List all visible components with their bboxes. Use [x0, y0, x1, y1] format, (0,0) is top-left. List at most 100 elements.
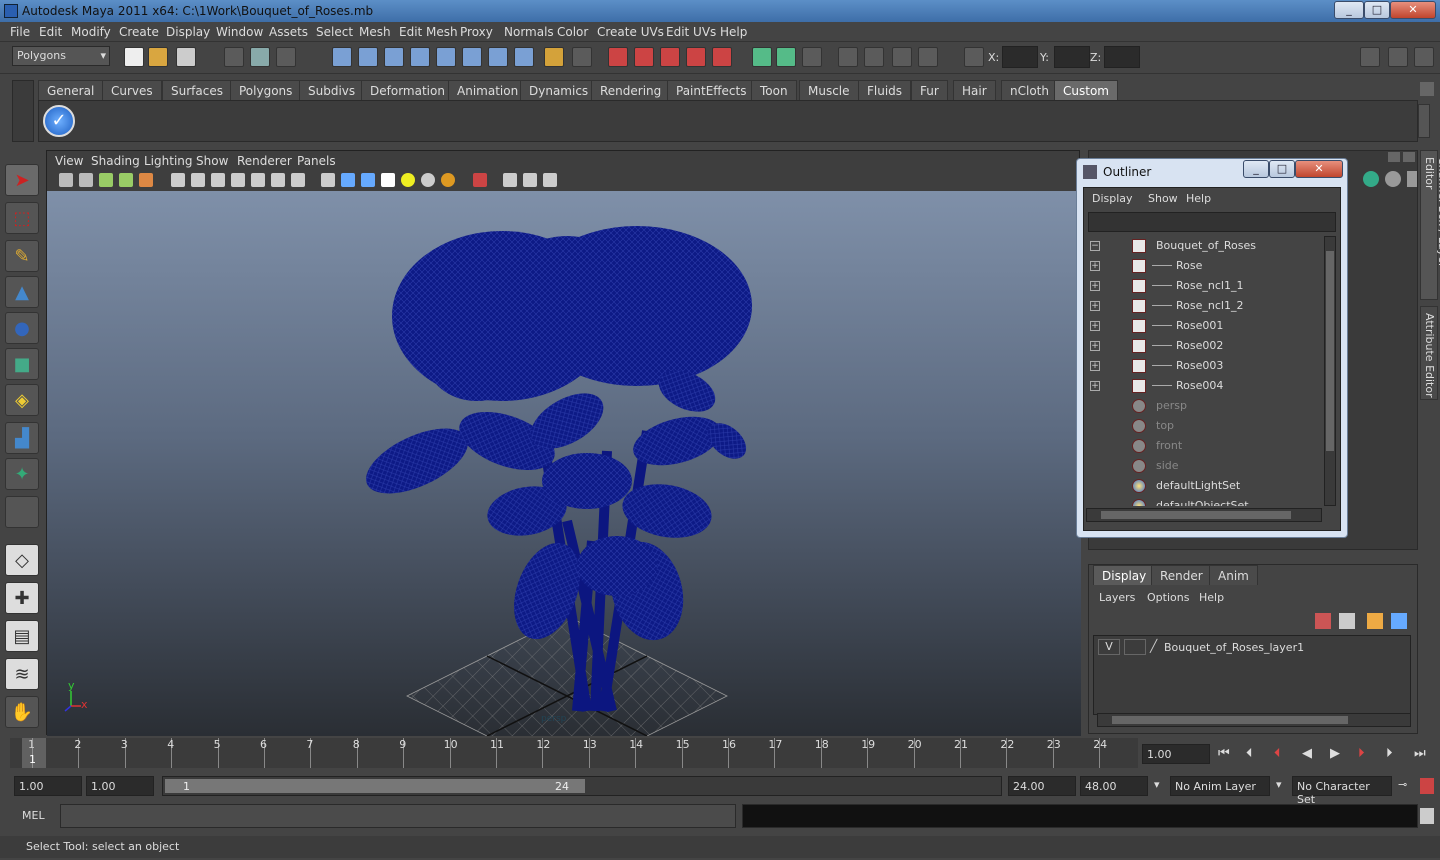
- shelf-tab-animation[interactable]: Animation: [448, 80, 528, 100]
- cube-textured-icon[interactable]: [361, 173, 375, 187]
- layout-persp-outliner-icon[interactable]: ▤: [5, 620, 39, 652]
- image-plane-icon[interactable]: [119, 173, 133, 187]
- outliner-minimize-button[interactable]: _: [1243, 160, 1269, 178]
- move-tool-icon[interactable]: ▲: [5, 276, 39, 308]
- camera-select-icon[interactable]: [59, 173, 73, 187]
- channel-icon-3[interactable]: [1407, 171, 1417, 187]
- menu-set-dropdown[interactable]: Polygons ▾: [12, 46, 110, 66]
- channel-box-side-tab[interactable]: Channel Box / Layer Editor: [1420, 150, 1440, 300]
- viewport-panel[interactable]: View Shading Lighting Show Renderer Pane…: [46, 150, 1081, 736]
- key-icon[interactable]: ⊸: [1398, 778, 1407, 791]
- select-object-icon[interactable]: [250, 47, 270, 67]
- shelf-handle[interactable]: [12, 80, 34, 142]
- all-lights-icon[interactable]: [421, 173, 435, 187]
- outliner-item[interactable]: + Rose002: [1086, 336, 1322, 356]
- float-panel-icon[interactable]: [1388, 152, 1400, 162]
- menu-display[interactable]: Display: [166, 25, 210, 39]
- input-ops-icon[interactable]: [462, 47, 482, 67]
- layer-tab-display[interactable]: Display: [1093, 565, 1156, 585]
- layer-move-up-icon[interactable]: [1315, 613, 1331, 629]
- isolate-select-icon[interactable]: [473, 173, 487, 187]
- layer-visibility-toggle[interactable]: V: [1098, 639, 1120, 655]
- play-backwards-icon[interactable]: ◀: [1302, 746, 1312, 761]
- char-set-chevron-icon[interactable]: ▾: [1276, 778, 1282, 791]
- viewport-menu-renderer[interactable]: Renderer: [237, 154, 292, 168]
- scale-tool-icon[interactable]: ■: [5, 348, 39, 380]
- grid-toggle-icon[interactable]: [171, 173, 185, 187]
- xray-icon[interactable]: [503, 173, 517, 187]
- outliner-item[interactable]: defaultObjectSet: [1086, 496, 1322, 506]
- trash-icon[interactable]: [1420, 82, 1434, 96]
- menu-modify[interactable]: Modify: [71, 25, 111, 39]
- hand-icon[interactable]: ✋: [5, 696, 39, 728]
- lasso-tool-icon[interactable]: ⬚: [5, 202, 39, 234]
- range-slider[interactable]: 1 24: [162, 776, 1002, 796]
- lock-icon[interactable]: [544, 47, 564, 67]
- playback-start-field[interactable]: 1.00: [86, 776, 154, 796]
- anim-layer-chevron-icon[interactable]: ▾: [1154, 778, 1160, 791]
- camera-gate-icon[interactable]: [139, 173, 153, 187]
- tool-settings-toggle-icon[interactable]: [1388, 47, 1408, 67]
- outliner-item[interactable]: defaultLightSet: [1086, 476, 1322, 496]
- snap-view-plane-icon[interactable]: [410, 47, 430, 67]
- outliner-close-button[interactable]: ✕: [1295, 160, 1343, 178]
- close-panel-icon[interactable]: [1403, 152, 1415, 162]
- snap-point-icon[interactable]: [384, 47, 404, 67]
- layer-hscroll[interactable]: [1097, 713, 1411, 727]
- outliner-item[interactable]: + Rose_ncl1_1: [1086, 276, 1322, 296]
- x-field[interactable]: [1002, 46, 1038, 68]
- menu-normals[interactable]: Normals: [504, 25, 554, 39]
- cube-shaded-icon[interactable]: [341, 173, 355, 187]
- cube-wire-icon[interactable]: [321, 173, 335, 187]
- new-layer-selected-icon[interactable]: [1391, 613, 1407, 629]
- render-frame-icon[interactable]: [608, 47, 628, 67]
- menu-create-uvs[interactable]: Create UVs: [597, 25, 664, 39]
- textured-icon[interactable]: [271, 173, 285, 187]
- animation-preferences-icon[interactable]: [1420, 778, 1434, 794]
- menu-help[interactable]: Help: [720, 25, 747, 39]
- layer-color-swatch[interactable]: ╱: [1150, 639, 1164, 655]
- step-forward-frame-icon[interactable]: ⏵: [1386, 746, 1393, 761]
- layout-single-pane-icon[interactable]: ◇: [5, 544, 39, 576]
- new-layer-icon[interactable]: [1367, 613, 1383, 629]
- outliner-menu-show[interactable]: Show: [1148, 192, 1178, 205]
- smooth-shade-icon[interactable]: [211, 173, 225, 187]
- manipulator-icon[interactable]: ◈: [5, 384, 39, 416]
- anim-layer-dropdown[interactable]: No Anim Layer: [1170, 776, 1270, 796]
- outliner-item[interactable]: persp: [1086, 396, 1322, 416]
- outliner-item[interactable]: + Rose004: [1086, 376, 1322, 396]
- snap-curve-icon[interactable]: [358, 47, 378, 67]
- range-slider-bar[interactable]: [165, 779, 585, 793]
- layer-display-type-toggle[interactable]: [1124, 639, 1146, 655]
- layout-four-pane-icon[interactable]: ✚: [5, 582, 39, 614]
- outliner-item[interactable]: + Rose001: [1086, 316, 1322, 336]
- new-scene-icon[interactable]: [124, 47, 144, 67]
- select-by-name-icon[interactable]: [572, 47, 592, 67]
- layout-two-icon[interactable]: [776, 47, 796, 67]
- outliner-hscroll-thumb[interactable]: [1101, 511, 1291, 519]
- text-icon[interactable]: [291, 173, 305, 187]
- viewport-menu-show[interactable]: Show: [196, 154, 228, 168]
- outliner-item[interactable]: + Rose_ncl1_2: [1086, 296, 1322, 316]
- shelf-tab-custom[interactable]: Custom: [1054, 80, 1118, 100]
- dope-sheet-icon[interactable]: [864, 47, 884, 67]
- shelf-tab-dynamics[interactable]: Dynamics: [520, 80, 598, 100]
- command-input[interactable]: [60, 804, 736, 828]
- viewport-menu-panels[interactable]: Panels: [297, 154, 336, 168]
- output-ops-icon[interactable]: [488, 47, 508, 67]
- channel-icon[interactable]: [1363, 171, 1379, 187]
- shelf-tab-subdivs[interactable]: Subdivs: [299, 80, 365, 100]
- close-button[interactable]: ✕: [1390, 1, 1436, 19]
- maximize-button[interactable]: □: [1364, 1, 1390, 19]
- layout-outliner-icon[interactable]: [802, 47, 822, 67]
- paint-select-icon[interactable]: ✎: [5, 240, 39, 272]
- checker-icon[interactable]: [381, 173, 395, 187]
- outliner-item[interactable]: + Rose: [1086, 256, 1322, 276]
- expand-icon[interactable]: +: [1090, 261, 1100, 271]
- bookmark-icon[interactable]: [99, 173, 113, 187]
- shelf-scroll[interactable]: [1418, 104, 1430, 138]
- layer-tab-render[interactable]: Render: [1151, 565, 1212, 585]
- menu-edit[interactable]: Edit: [39, 25, 62, 39]
- layer-tab-anim[interactable]: Anim: [1209, 565, 1258, 585]
- character-set-dropdown[interactable]: No Character Set: [1292, 776, 1392, 806]
